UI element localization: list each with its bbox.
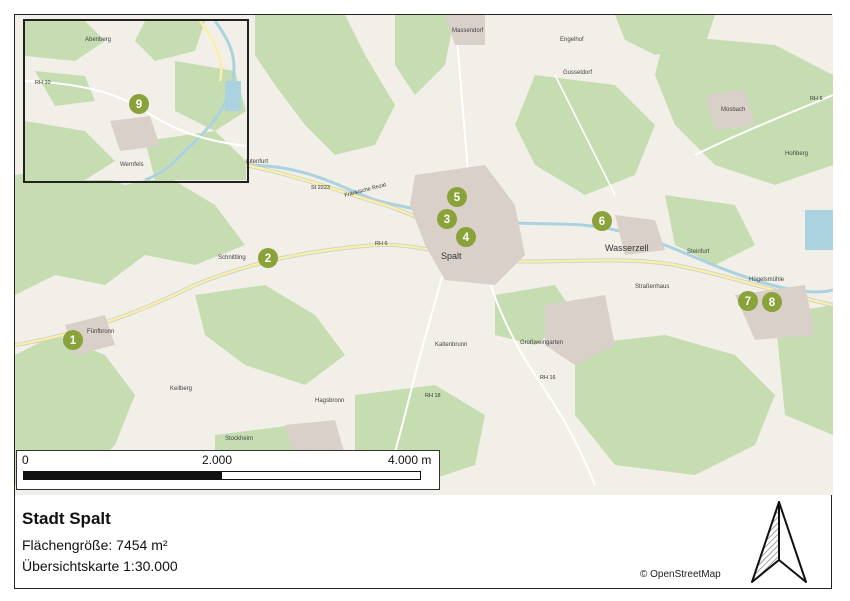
place-kaltenbrunn: Kaltenbrunn	[435, 342, 467, 348]
marker-label: 7	[745, 296, 751, 308]
overview-scale-label: Übersichtskarte 1:30.000	[22, 558, 178, 574]
marker-label: 2	[265, 253, 271, 265]
road-label-rh10: RH 10	[35, 80, 51, 86]
road-label-rh18: RH 18	[425, 393, 441, 399]
place-hohberg: Hohberg	[785, 151, 808, 157]
map-marker[interactable]: 3	[437, 209, 457, 229]
road-label-rh6-east: RH 6	[810, 96, 823, 102]
place-strassenhaus: Straßenhaus	[635, 284, 669, 290]
marker-label: 5	[454, 192, 461, 204]
marker-label: 1	[70, 335, 77, 347]
inset-map[interactable]: Wernfels Abenberg RH 10 9	[23, 19, 249, 183]
road-label-rh16: RH 16	[540, 375, 556, 381]
map-marker[interactable]: 7	[738, 291, 758, 311]
place-wasserzell: Wasserzell	[605, 243, 649, 253]
scale-fill	[24, 472, 222, 479]
map-marker[interactable]: 1	[63, 330, 83, 350]
scale-label-mid: 2.000	[202, 453, 233, 467]
place-massendorf: Massendorf	[452, 28, 484, 34]
place-mosbach: Mosbach	[721, 107, 745, 113]
place-hagsbronn: Hagsbronn	[315, 398, 344, 404]
place-hugelsmuhle: Hügelsmühle	[749, 277, 785, 283]
area-label: Flächengröße: 7454 m²	[22, 537, 168, 553]
place-spalt: Spalt	[441, 251, 462, 261]
place-schnittling: Schnittling	[218, 255, 246, 261]
place-engelhof: Engelhof	[560, 37, 584, 43]
place-wernfels: Wernfels	[120, 162, 144, 168]
marker-label: 4	[463, 232, 470, 244]
road-label-st2223: St 2223	[311, 185, 330, 191]
map-marker[interactable]: 9	[129, 94, 149, 114]
place-funfbronn: Fünfbronn	[87, 329, 114, 335]
marker-label: 6	[599, 216, 605, 228]
scale-label-end: 4.000 m	[388, 453, 432, 467]
inset-map-svg: Wernfels Abenberg RH 10 9	[25, 21, 247, 181]
map-marker[interactable]: 6	[592, 211, 612, 231]
marker-label: 8	[769, 297, 776, 309]
map-marker[interactable]: 2	[258, 248, 278, 268]
map-marker[interactable]: 5	[447, 187, 467, 207]
map-title: Stadt Spalt	[22, 509, 111, 528]
map-marker[interactable]: 4	[456, 227, 476, 247]
attribution: © OpenStreetMap	[640, 569, 721, 580]
place-keilberg: Keilberg	[170, 386, 192, 392]
place-gusseldorf: Gusseldorf	[563, 70, 592, 76]
road-label-rh6: RH 6	[375, 241, 388, 247]
scale-label-start: 0	[22, 453, 29, 467]
place-abenberg: Abenberg	[85, 37, 111, 43]
place-steinfurt: Steinfurt	[687, 249, 710, 255]
north-arrow-icon	[751, 501, 807, 583]
marker-label: 9	[136, 99, 142, 111]
place-stockheim: Stockheim	[225, 436, 253, 442]
map-marker[interactable]: 8	[762, 292, 782, 312]
lake	[805, 210, 833, 250]
scale-track	[23, 471, 421, 480]
place-grossweingarten: Großweingarten	[520, 340, 563, 346]
scale-bar: 0 2.000 4.000 m	[16, 450, 440, 490]
marker-label: 3	[444, 214, 450, 226]
